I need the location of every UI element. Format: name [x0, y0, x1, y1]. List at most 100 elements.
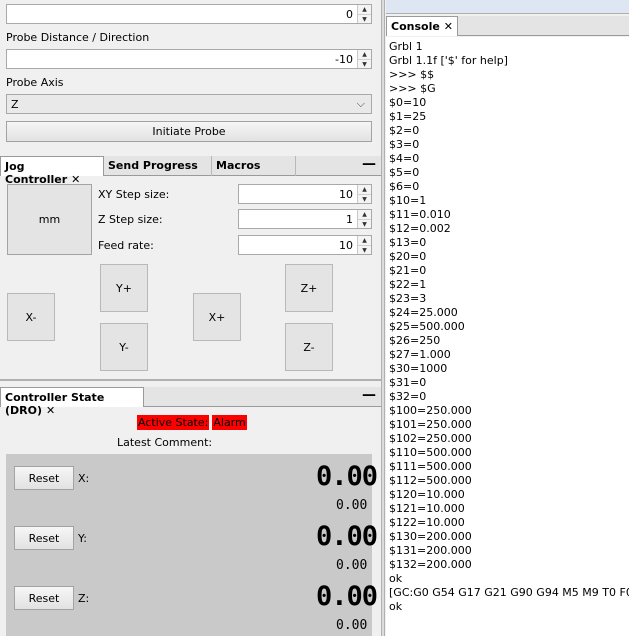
console-line: [GC:G0 G54 G17 G21 G90 G94 M5 M9 T0 F0 S…	[389, 586, 629, 599]
reset-z-button[interactable]: Reset	[14, 586, 74, 610]
console-line: $25=500.000	[389, 320, 465, 333]
x-axis-label: X:	[78, 472, 90, 485]
probe-axis-select[interactable]: Z ⌵	[6, 94, 372, 114]
tab-send-progress[interactable]: Send Progress	[104, 156, 212, 176]
probe-axis-value: Z	[11, 98, 19, 111]
console-line: $11=0.010	[389, 208, 451, 221]
units-button[interactable]: mm	[7, 184, 92, 255]
arrow-down-icon[interactable]: ▼	[358, 14, 371, 23]
active-state-row: Active State: Alarm	[137, 415, 247, 430]
arrow-down-icon[interactable]: ▼	[358, 245, 371, 254]
console-line: $32=0	[389, 390, 427, 403]
console-line: ok	[389, 572, 403, 585]
section-divider	[0, 379, 381, 381]
arrow-up-icon[interactable]: ▲	[358, 210, 371, 219]
console-line: $24=25.000	[389, 306, 458, 319]
tab-controller-state[interactable]: Controller State (DRO) ✕	[0, 387, 144, 417]
probe-top-spinner[interactable]: ▲ ▼	[357, 5, 371, 23]
console-output: Grbl 1 Grbl 1.1f ['$' for help] >>> $$ >>> …	[389, 40, 629, 614]
jog-z-plus-button[interactable]: Z+	[285, 264, 333, 312]
arrow-down-icon[interactable]: ▼	[358, 194, 371, 203]
console-line: $100=250.000	[389, 404, 472, 417]
console-line: $13=0	[389, 236, 427, 249]
console-line: Grbl 1.1f ['$' for help]	[389, 54, 508, 67]
reset-x-button[interactable]: Reset	[14, 466, 74, 490]
probe-distance-field[interactable]: -10 ▲ ▼	[6, 49, 372, 69]
minimize-icon[interactable]: —	[362, 156, 376, 172]
console-line: $120=10.000	[389, 488, 465, 501]
console-line: $102=250.000	[389, 432, 472, 445]
console-line: $5=0	[389, 166, 420, 179]
jog-y-plus-button[interactable]: Y+	[100, 264, 148, 312]
tab-console-label: Console	[391, 20, 440, 33]
console-line: $30=1000	[389, 362, 448, 375]
console-line: $101=250.000	[389, 418, 472, 431]
xy-step-field[interactable]: 10 ▲ ▼	[238, 184, 372, 204]
arrow-up-icon[interactable]: ▲	[358, 236, 371, 245]
console-top-strip	[386, 0, 629, 14]
close-icon[interactable]: ✕	[444, 20, 453, 33]
console-line: Grbl 1	[389, 40, 423, 53]
console-tabbar: Console ✕	[386, 16, 629, 36]
z-work-position: 0.00	[316, 581, 378, 612]
dro-tabbar: Controller State (DRO) ✕ —	[0, 387, 381, 417]
active-state-value: Alarm	[212, 415, 247, 430]
z-step-spinner[interactable]: ▲ ▼	[357, 210, 371, 228]
tab-jog-controller[interactable]: Jog Controller ✕	[0, 156, 104, 186]
y-work-position: 0.00	[316, 521, 378, 552]
console-line: $122=10.000	[389, 516, 465, 529]
console-line: $131=200.000	[389, 544, 472, 557]
arrow-up-icon[interactable]: ▲	[358, 185, 371, 194]
tab-macros[interactable]: Macros	[212, 156, 296, 176]
z-step-label: Z Step size:	[98, 213, 163, 226]
jog-x-minus-button[interactable]: X-	[7, 293, 55, 341]
split-pane-divider[interactable]	[381, 0, 385, 636]
chevron-down-icon: ⌵	[356, 97, 365, 110]
arrow-down-icon[interactable]: ▼	[358, 59, 371, 68]
z-axis-label: Z:	[78, 592, 90, 605]
probe-top-value: 0	[346, 8, 353, 21]
console-line: $10=1	[389, 194, 427, 207]
latest-comment-label: Latest Comment:	[117, 436, 213, 449]
console-line: $2=0	[389, 124, 420, 137]
jog-tabbar: Jog Controller ✕ Send Progress Macros —	[0, 156, 381, 186]
console-line: >>> $$	[389, 68, 435, 81]
arrow-up-icon[interactable]: ▲	[358, 50, 371, 59]
xy-step-value: 10	[339, 188, 353, 201]
z-step-field[interactable]: 1 ▲ ▼	[238, 209, 372, 229]
console-line: $121=10.000	[389, 502, 465, 515]
probe-axis-label: Probe Axis	[6, 76, 64, 89]
feed-rate-spinner[interactable]: ▲ ▼	[357, 236, 371, 254]
x-machine-position: 0.00	[336, 498, 368, 513]
console-line: $111=500.000	[389, 460, 472, 473]
feed-rate-field[interactable]: 10 ▲ ▼	[238, 235, 372, 255]
jog-z-minus-button[interactable]: Z-	[285, 323, 333, 371]
jog-y-minus-button[interactable]: Y-	[100, 323, 148, 371]
console-line: >>> $G	[389, 82, 436, 95]
arrow-up-icon[interactable]: ▲	[358, 5, 371, 14]
minimize-icon[interactable]: —	[362, 387, 376, 403]
reset-y-button[interactable]: Reset	[14, 526, 74, 550]
close-icon[interactable]: ✕	[46, 404, 55, 417]
console-line: $22=1	[389, 278, 427, 291]
console-line: $3=0	[389, 138, 420, 151]
jog-x-plus-button[interactable]: X+	[193, 293, 241, 341]
arrow-down-icon[interactable]: ▼	[358, 219, 371, 228]
initiate-probe-button[interactable]: Initiate Probe	[6, 121, 372, 142]
active-state-label: Active State:	[137, 415, 210, 430]
y-machine-position: 0.00	[336, 558, 368, 573]
probe-distance-label: Probe Distance / Direction	[6, 31, 150, 44]
xy-step-spinner[interactable]: ▲ ▼	[357, 185, 371, 203]
tab-console[interactable]: Console ✕	[386, 16, 458, 36]
console-line: $4=0	[389, 152, 420, 165]
console-line: $12=0.002	[389, 222, 451, 235]
z-step-value: 1	[346, 213, 353, 226]
z-machine-position: 0.00	[336, 618, 368, 633]
x-work-position: 0.00	[316, 461, 378, 492]
console-line: $112=500.000	[389, 474, 472, 487]
console-line: $110=500.000	[389, 446, 472, 459]
y-axis-label: Y:	[78, 532, 87, 545]
feed-rate-label: Feed rate:	[98, 239, 154, 252]
probe-distance-spinner[interactable]: ▲ ▼	[357, 50, 371, 68]
probe-top-field[interactable]: 0 ▲ ▼	[6, 4, 372, 24]
